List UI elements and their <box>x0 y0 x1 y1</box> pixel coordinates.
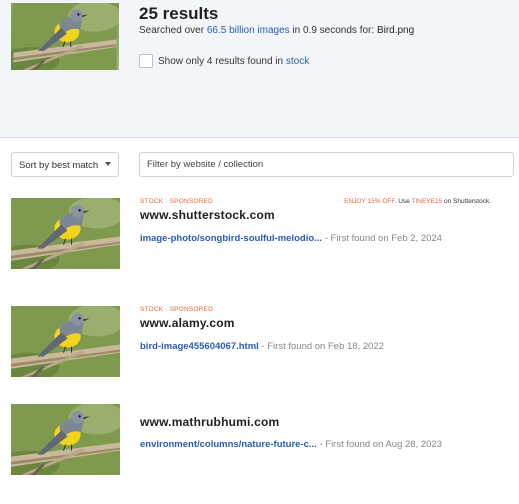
search-description: Searched over 66.5 billion images in 0.9… <box>139 25 414 36</box>
result-item: STOCK · SPONSORED www.alamy.com bird-ima… <box>0 306 519 406</box>
result-tags: STOCK · SPONSORED <box>140 198 213 205</box>
result-path-line: bird-image455604067.html - First found o… <box>140 341 384 352</box>
query-filename: Bird.png <box>376 25 415 36</box>
result-image[interactable] <box>11 198 120 269</box>
searched-mid: in 0.9 seconds for: <box>289 25 377 36</box>
stock-only-checkbox[interactable] <box>139 54 153 68</box>
result-path-link[interactable]: bird-image455604067.html <box>140 341 259 352</box>
result-path-link[interactable]: environment/columns/nature-future-c... <box>140 439 317 450</box>
search-summary-panel: 25 results Searched over 66.5 billion im… <box>0 0 519 138</box>
result-item: STOCK · SPONSORED ENJOY 15% OFF. Use TIN… <box>0 198 519 298</box>
index-size-link[interactable]: 66.5 billion images <box>207 25 290 36</box>
result-item: www.mathrubhumi.com environment/columns/… <box>0 404 519 504</box>
sort-label: Sort by best match <box>19 160 99 171</box>
bird-image <box>11 3 119 70</box>
searched-prefix: Searched over <box>139 25 207 36</box>
results-count: 25 results <box>139 4 219 23</box>
promo-text: ENJOY 15% OFF. Use TINEYE15 on Shutterst… <box>344 198 491 205</box>
bird-image <box>11 198 120 269</box>
result-image[interactable] <box>11 404 120 475</box>
promo-offer: ENJOY 15% OFF. <box>344 198 397 205</box>
stock-only-label[interactable]: Show only 4 results found in stock <box>158 56 309 67</box>
first-found: - First found on Feb 18, 2022 <box>258 341 384 352</box>
result-path-link[interactable]: image-photo/songbird-soulful-melodio... <box>140 233 322 244</box>
result-image[interactable] <box>11 306 120 377</box>
first-found: - First found on Aug 28, 2023 <box>316 439 442 450</box>
stock-only-text: Show only 4 results found in <box>158 56 286 67</box>
promo-end: on Shutterstock. <box>442 198 491 205</box>
sort-dropdown[interactable]: Sort by best match <box>11 152 119 177</box>
bird-image <box>11 306 120 377</box>
promo-code: TINEYE15 <box>411 198 443 205</box>
result-path-line: environment/columns/nature-future-c... -… <box>140 439 442 450</box>
result-domain[interactable]: www.mathrubhumi.com <box>140 415 279 429</box>
result-tags: STOCK · SPONSORED <box>140 306 213 313</box>
bird-image <box>11 404 120 475</box>
first-found: - First found on Feb 2, 2024 <box>322 233 442 244</box>
result-domain[interactable]: www.shutterstock.com <box>140 208 275 222</box>
query-image[interactable] <box>11 3 119 70</box>
result-domain[interactable]: www.alamy.com <box>140 316 235 330</box>
filter-input[interactable] <box>139 152 514 177</box>
chevron-down-icon <box>105 162 111 166</box>
result-path-line: image-photo/songbird-soulful-melodio... … <box>140 233 442 244</box>
stock-link[interactable]: stock <box>286 56 309 67</box>
promo-mid: Use <box>396 198 412 205</box>
